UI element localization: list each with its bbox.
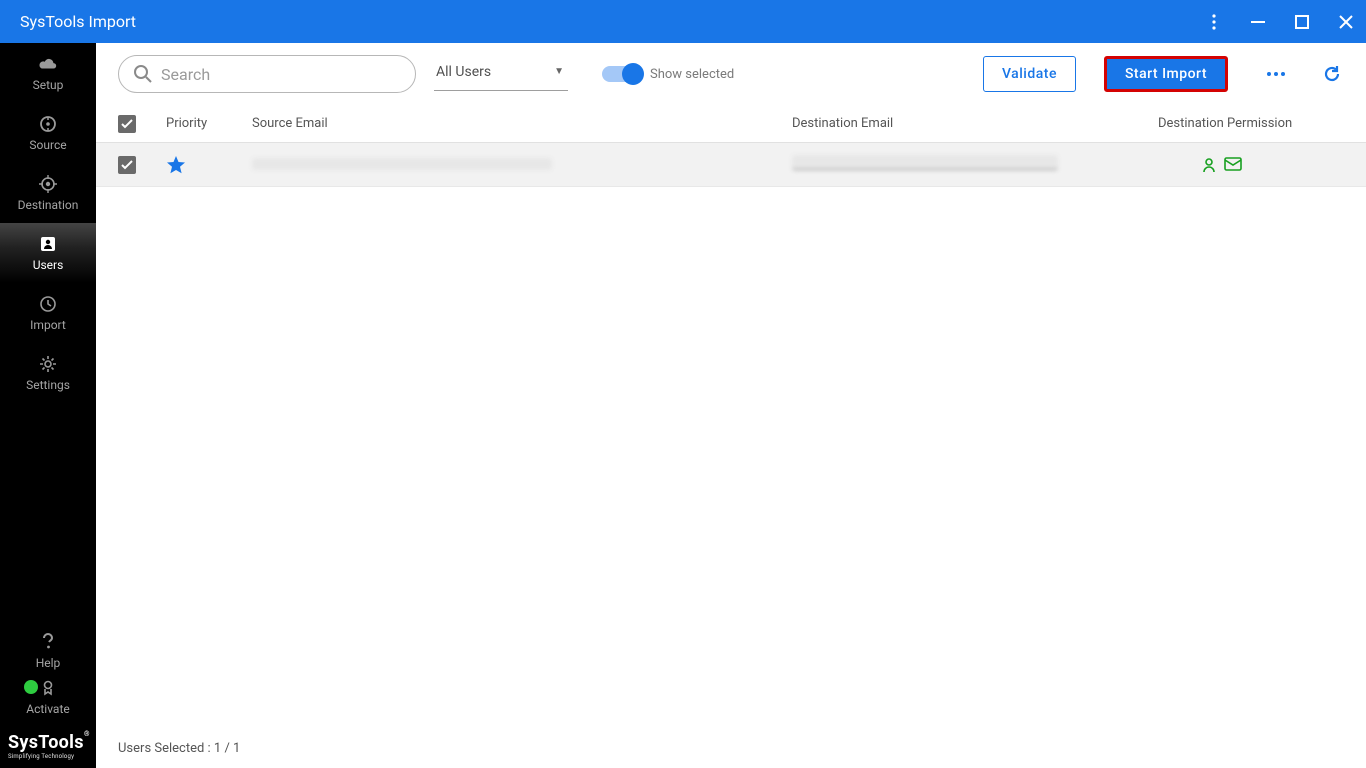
users-icon [38, 234, 58, 254]
app-title: SysTools Import [20, 12, 1206, 31]
sidebar-item-source[interactable]: Source [0, 103, 96, 163]
header-permission: Destination Permission [1158, 116, 1344, 131]
title-bar: SysTools Import [0, 0, 1366, 43]
row-checkbox[interactable] [118, 156, 136, 174]
sidebar-item-activate[interactable]: Activate [0, 674, 96, 720]
search-field[interactable] [161, 65, 401, 84]
toggle-label: Show selected [650, 67, 734, 82]
refresh-icon[interactable] [1320, 62, 1344, 86]
select-all-checkbox[interactable] [118, 115, 136, 133]
help-icon [38, 632, 58, 652]
sidebar-item-setup[interactable]: Setup [0, 43, 96, 103]
source-icon [38, 114, 58, 134]
search-icon [133, 64, 153, 84]
clock-icon [38, 294, 58, 314]
sidebar: Setup Source Destination Users Import Se… [0, 43, 96, 768]
show-selected-toggle[interactable] [602, 66, 642, 82]
destination-email-cell [792, 155, 1158, 174]
target-icon [38, 174, 58, 194]
cloud-icon [38, 54, 58, 74]
filter-selected: All Users [436, 64, 491, 80]
sidebar-item-destination[interactable]: Destination [0, 163, 96, 223]
header-priority: Priority [166, 116, 252, 131]
selection-status: Users Selected : 1 / 1 [118, 741, 240, 756]
main-panel: All Users ▼ Show selected Validate Start… [96, 43, 1366, 768]
chevron-down-icon: ▼ [554, 66, 564, 77]
mail-icon [1224, 157, 1242, 173]
sidebar-item-label: Users [33, 258, 64, 272]
more-options-icon[interactable] [1264, 62, 1288, 86]
user-check-icon [1202, 157, 1218, 173]
sidebar-item-help[interactable]: Help [0, 628, 96, 674]
start-import-button[interactable]: Start Import [1104, 56, 1228, 92]
header-destination: Destination Email [792, 116, 1158, 131]
search-input[interactable] [118, 55, 416, 93]
close-icon[interactable] [1338, 14, 1354, 30]
kebab-menu-icon[interactable] [1206, 14, 1222, 30]
status-bar: Users Selected : 1 / 1 [96, 728, 1366, 768]
gear-icon [38, 354, 58, 374]
validate-button[interactable]: Validate [983, 56, 1076, 92]
filter-dropdown[interactable]: All Users ▼ [434, 57, 568, 91]
sidebar-item-label: Import [30, 318, 66, 332]
source-email-cell [252, 155, 792, 174]
sidebar-item-label: Source [29, 138, 66, 152]
activate-icon [38, 678, 58, 698]
star-icon[interactable] [166, 155, 252, 175]
brand-logo: SysTools® Simplifying Technology [0, 726, 96, 768]
sidebar-item-label: Activate [26, 702, 70, 716]
table-header: Priority Source Email Destination Email … [96, 105, 1366, 143]
sidebar-item-settings[interactable]: Settings [0, 343, 96, 403]
header-source: Source Email [252, 116, 792, 131]
toolbar: All Users ▼ Show selected Validate Start… [96, 43, 1366, 105]
sidebar-item-label: Settings [26, 378, 70, 392]
sidebar-item-import[interactable]: Import [0, 283, 96, 343]
maximize-icon[interactable] [1294, 14, 1310, 30]
permission-icons [1202, 157, 1344, 173]
minimize-icon[interactable] [1250, 14, 1266, 30]
sidebar-item-label: Setup [33, 78, 64, 92]
sidebar-item-users[interactable]: Users [0, 223, 96, 283]
table-row[interactable] [96, 143, 1366, 187]
sidebar-item-label: Help [36, 656, 61, 670]
sidebar-item-label: Destination [18, 198, 79, 212]
